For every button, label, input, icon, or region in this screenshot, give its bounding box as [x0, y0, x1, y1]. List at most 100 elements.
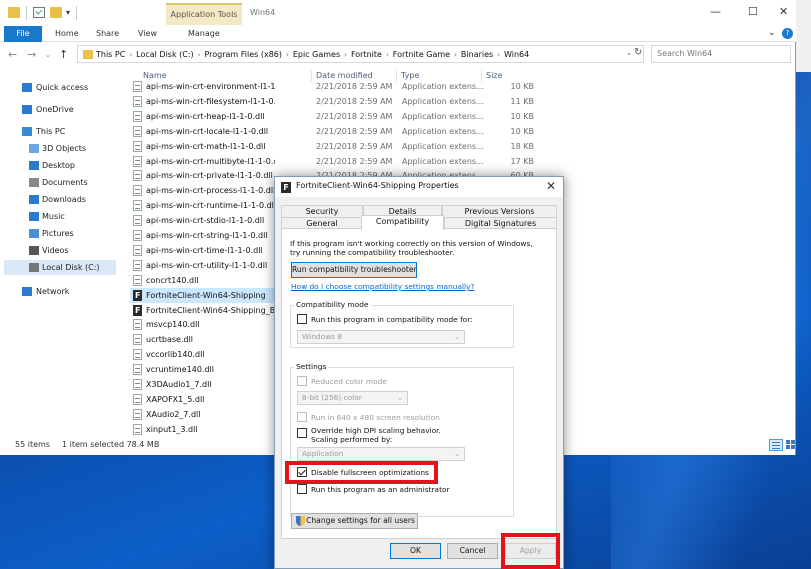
nav-item-network[interactable]: Network: [0, 284, 127, 299]
ribbon-tab-file[interactable]: File: [4, 26, 42, 42]
breadcrumb-separator-icon[interactable]: ›: [454, 51, 457, 59]
ribbon-tab-home[interactable]: Home: [55, 26, 79, 42]
breadcrumb-item[interactable]: Local Disk (C:): [136, 50, 194, 59]
file-size: 10 KB: [510, 112, 534, 121]
file-row[interactable]: FortniteClient-Win64-Shipping_BE: [130, 303, 275, 318]
recent-locations-icon[interactable]: ⌄: [45, 51, 51, 59]
details-view-icon[interactable]: [769, 439, 783, 451]
properties-dialog: F FortniteClient-Win64-Shipping Properti…: [274, 176, 564, 569]
breadcrumb-item[interactable]: This PC: [96, 50, 125, 59]
nav-item-pictures[interactable]: Pictures: [0, 226, 127, 241]
nav-item-music[interactable]: Music: [0, 209, 127, 224]
breadcrumb-separator-icon[interactable]: ›: [386, 51, 389, 59]
file-row[interactable]: api-ms-win-crt-time-l1-1-0.dll: [130, 243, 275, 258]
address-dropdown-icon[interactable]: ⌄: [626, 49, 632, 57]
breadcrumb-separator-icon[interactable]: ›: [344, 51, 347, 59]
breadcrumb-item[interactable]: Epic Games: [293, 50, 340, 59]
scrollbar[interactable]: [796, 0, 811, 72]
breadcrumb-item[interactable]: Fortnite: [351, 50, 382, 59]
dll-file-icon: [133, 319, 142, 330]
breadcrumb-separator-icon[interactable]: ›: [497, 51, 500, 59]
breadcrumb-separator-icon[interactable]: ›: [198, 51, 201, 59]
file-row[interactable]: api-ms-win-crt-stdio-l1-1-0.dll: [130, 213, 275, 228]
properties-icon[interactable]: [33, 7, 45, 18]
dpi-scaling-select[interactable]: Application ⌄: [297, 447, 465, 461]
breadcrumb-item[interactable]: Program Files (x86): [204, 50, 282, 59]
file-row[interactable]: XAudio2_7.dll: [130, 407, 275, 422]
run-as-admin-checkbox[interactable]: [297, 484, 307, 494]
file-row[interactable]: msvcp140.dll: [130, 317, 275, 332]
nav-item-downloads[interactable]: Downloads: [0, 192, 127, 207]
nav-item-this-pc[interactable]: This PC: [0, 124, 127, 139]
nav-item-local-disk-c[interactable]: Local Disk (C:): [4, 260, 116, 275]
breadcrumb-item[interactable]: Win64: [504, 50, 529, 59]
nav-item-label: Downloads: [42, 195, 86, 204]
ok-button[interactable]: OK: [390, 543, 441, 559]
download-icon: [29, 195, 39, 204]
new-folder-icon[interactable]: [50, 7, 62, 18]
up-arrow-icon[interactable]: ↑: [59, 48, 68, 61]
close-icon[interactable]: ✕: [546, 179, 556, 193]
address-bar[interactable]: This PC › Local Disk (C:) › Program Files (x…: [77, 45, 644, 63]
nav-item-desktop[interactable]: Desktop: [0, 158, 127, 173]
compatibility-mode-select[interactable]: Windows 8 ⌄: [297, 330, 465, 344]
file-row[interactable]: api-ms-win-crt-string-l1-1-0.dll: [130, 228, 275, 243]
file-row[interactable]: api-ms-win-crt-environment-l1-1-0.dll: [130, 79, 275, 94]
tab-compatibility[interactable]: Compatibility: [361, 215, 444, 230]
nav-item-label: 3D Objects: [42, 144, 87, 153]
maximize-icon[interactable]: ☐: [748, 5, 758, 18]
dll-file-icon: [133, 349, 142, 360]
breadcrumb-separator-icon[interactable]: ›: [129, 51, 132, 59]
close-icon[interactable]: ✕: [779, 5, 788, 18]
chevron-down-icon[interactable]: ⌄: [768, 28, 776, 38]
nav-item-quick-access[interactable]: Quick access: [0, 80, 127, 95]
file-row[interactable]: api-ms-win-crt-process-l1-1-0.dll: [130, 183, 275, 198]
ribbon-tab-manage[interactable]: Manage: [188, 26, 220, 42]
nav-item-videos[interactable]: Videos: [0, 243, 127, 258]
file-row[interactable]: api-ms-win-crt-math-l1-1-0.dll: [130, 139, 275, 154]
search-input[interactable]: Search Win64: [651, 45, 791, 63]
dpi-override-checkbox[interactable]: [297, 428, 307, 438]
breadcrumb-item[interactable]: Binaries: [461, 50, 493, 59]
dialog-title: FortniteClient-Win64-Shipping Properties: [296, 181, 459, 190]
file-row[interactable]: xinput1_3.dll: [130, 422, 275, 437]
quick-access-dropdown-icon[interactable]: ▾: [66, 8, 70, 17]
file-row[interactable]: api-ms-win-crt-multibyte-l1-1-0.dll: [130, 154, 275, 169]
file-row[interactable]: api-ms-win-crt-heap-l1-1-0.dll: [130, 109, 275, 124]
change-settings-all-users-button[interactable]: Change settings for all users: [291, 513, 418, 529]
file-row[interactable]: api-ms-win-crt-private-l1-1-0.dll: [130, 168, 275, 183]
breadcrumb-separator-icon[interactable]: ›: [286, 51, 289, 59]
minimize-icon[interactable]: —: [710, 5, 721, 18]
file-row[interactable]: api-ms-win-crt-locale-l1-1-0.dll: [130, 124, 275, 139]
file-row[interactable]: ucrtbase.dll: [130, 332, 275, 347]
color-mode-select[interactable]: 8-bit (256) color ⌄: [297, 391, 408, 405]
file-row[interactable]: api-ms-win-crt-filesystem-l1-1-0.dll: [130, 94, 275, 109]
ribbon-tab-share[interactable]: Share: [96, 26, 119, 42]
large-icons-view-icon[interactable]: [785, 439, 796, 451]
file-row[interactable]: api-ms-win-crt-utility-l1-1-0.dll: [130, 258, 275, 273]
file-row[interactable]: vccorlib140.dll: [130, 347, 275, 362]
breadcrumb-item[interactable]: Fortnite Game: [393, 50, 450, 59]
application-tools-tab[interactable]: Application Tools: [166, 3, 242, 25]
nav-item-onedrive[interactable]: OneDrive: [0, 102, 127, 117]
nav-item-3d-objects[interactable]: 3D Objects: [0, 141, 127, 156]
file-row[interactable]: X3DAudio1_7.dll: [130, 377, 275, 392]
intro-text-line2: try running the compatibility troublesho…: [290, 248, 455, 257]
reduced-color-checkbox[interactable]: [297, 376, 307, 386]
file-row[interactable]: concrt140.dll: [130, 273, 275, 288]
ribbon-tab-view[interactable]: View: [138, 26, 157, 42]
file-row[interactable]: vcruntime140.dll: [130, 362, 275, 377]
back-arrow-icon[interactable]: ←: [8, 48, 17, 61]
compatibility-mode-checkbox[interactable]: [297, 314, 307, 324]
file-row[interactable]: FortniteClient-Win64-Shipping: [130, 288, 275, 303]
nav-item-documents[interactable]: Documents: [0, 175, 127, 190]
file-row[interactable]: api-ms-win-crt-runtime-l1-1-0.dll: [130, 198, 275, 213]
forward-arrow-icon[interactable]: →: [27, 48, 36, 61]
manual-settings-link[interactable]: How do I choose compatibility settings m…: [291, 282, 474, 291]
cancel-button[interactable]: Cancel: [447, 543, 498, 559]
resolution-640-checkbox[interactable]: [297, 412, 307, 422]
file-row[interactable]: XAPOFX1_5.dll: [130, 392, 275, 407]
help-icon[interactable]: ?: [782, 28, 793, 39]
run-troubleshooter-button[interactable]: Run compatibility troubleshooter: [291, 262, 417, 278]
refresh-icon[interactable]: ↻: [634, 47, 642, 58]
